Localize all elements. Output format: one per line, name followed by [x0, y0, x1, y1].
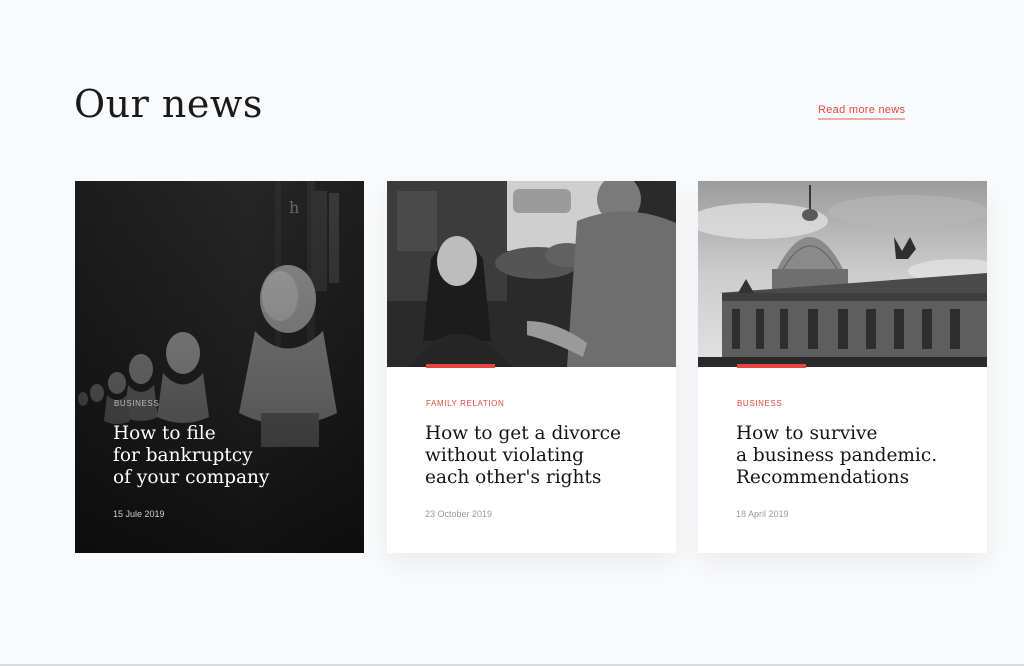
card-date: 18 April 2019: [736, 509, 789, 519]
card-headline[interactable]: How to survive a business pandemic. Reco…: [736, 423, 966, 489]
news-card-pandemic[interactable]: BUSINESS How to survive a business pande…: [698, 181, 987, 553]
read-more-news-link[interactable]: Read more news: [818, 104, 906, 120]
card-date: 23 October 2019: [425, 509, 493, 519]
couple-photo-image: [387, 181, 676, 367]
dome-building-image: [698, 181, 987, 367]
card-category: BUSINESS: [737, 399, 783, 408]
news-card-divorce[interactable]: FAMILY RELATION How to get a divorce wit…: [387, 181, 676, 553]
section-title: Our news: [74, 82, 263, 126]
card-headline[interactable]: How to get a divorce without violating e…: [425, 423, 655, 489]
busts-statues-image: h: [75, 181, 364, 553]
card-headline[interactable]: How to file for bankruptcy of your compa…: [113, 423, 343, 489]
card-category: FAMILY RELATION: [426, 399, 505, 408]
news-section: Our news Read more news BUSINESS How to …: [0, 0, 1024, 666]
card-category: BUSINESS: [114, 399, 160, 408]
card-accent-bar: [737, 364, 806, 368]
news-card-bankruptcy[interactable]: h BUSINESS How to file for bankruptc: [75, 181, 364, 553]
card-date: 15 Jule 2019: [113, 509, 165, 519]
card-accent-bar: [426, 364, 495, 368]
